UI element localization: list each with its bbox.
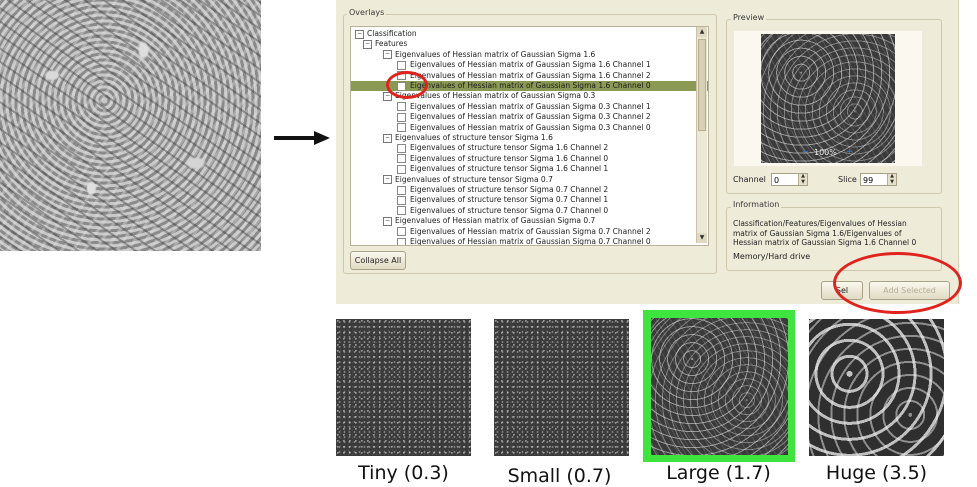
tree-item-group[interactable]: − Eigenvalues of Hessian matrix of Gaussi… bbox=[351, 216, 708, 226]
collapse-icon[interactable]: − bbox=[383, 175, 392, 185]
tree-item-channel[interactable]: Eigenvalues of structure tensor Sigma 1.… bbox=[351, 164, 708, 174]
original-micrograph bbox=[0, 0, 261, 251]
tree-item-channel[interactable]: Eigenvalues of structure tensor Sigma 0.… bbox=[351, 206, 708, 216]
caption-large: Large (1.7) bbox=[666, 462, 771, 484]
checkbox[interactable] bbox=[397, 143, 406, 153]
tree-item-label: Eigenvalues of structure tensor Sigma 1.… bbox=[410, 153, 609, 163]
tree-item-label: Eigenvalues of Hessian matrix of Gaussia… bbox=[395, 216, 596, 226]
slice-value[interactable]: 99 bbox=[863, 176, 873, 185]
tree-item-label: Eigenvalues of structure tensor Sigma 0.… bbox=[410, 205, 609, 215]
tree-item-label: Eigenvalues of Hessian matrix of Gaussia… bbox=[410, 237, 651, 246]
tree-item-channel[interactable]: Eigenvalues of Hessian matrix of Gaussia… bbox=[351, 102, 708, 112]
tree-item-label: Eigenvalues of Hessian matrix of Gaussia… bbox=[410, 226, 651, 236]
information-text: Classification/Features/Eigenvalues of H… bbox=[733, 219, 917, 247]
checkbox[interactable] bbox=[397, 154, 406, 164]
checkbox[interactable] bbox=[397, 195, 406, 205]
tree-item-channel[interactable]: Eigenvalues of Hessian matrix of Gaussia… bbox=[351, 112, 708, 122]
checkbox[interactable] bbox=[397, 164, 406, 174]
tree-item-label: Eigenvalues of structure tensor Sigma 1.… bbox=[395, 133, 553, 142]
tree-item-group[interactable]: − Eigenvalues of structure tensor Sigma 1… bbox=[351, 133, 708, 143]
zoom-in-icon[interactable]: + bbox=[846, 147, 853, 156]
tree-item-label: Eigenvalues of structure tensor Sigma 0.… bbox=[410, 195, 609, 205]
tree-item-label: Eigenvalues of Hessian matrix of Gaussia… bbox=[410, 112, 651, 122]
tree-item-label: Features bbox=[375, 39, 408, 49]
thumbnail-tiny bbox=[336, 319, 471, 456]
tree-item-label: Eigenvalues of Hessian matrix of Gaussia… bbox=[410, 70, 651, 80]
checkbox[interactable] bbox=[397, 185, 406, 195]
tree-item-channel[interactable]: Eigenvalues of Hessian matrix of Gaussia… bbox=[351, 60, 708, 70]
checkbox[interactable] bbox=[397, 60, 406, 70]
checkbox[interactable] bbox=[397, 112, 406, 122]
collapse-icon[interactable]: − bbox=[383, 50, 392, 60]
tree-item-group[interactable]: − Classification bbox=[351, 29, 708, 39]
tree-item-label: Eigenvalues of structure tensor Sigma 0.… bbox=[395, 174, 553, 184]
zoom-level: 100% bbox=[814, 148, 837, 157]
right-arrow-icon bbox=[274, 131, 330, 145]
collapse-icon[interactable]: − bbox=[383, 216, 392, 226]
collapse-icon[interactable]: − bbox=[383, 133, 392, 143]
preview-pane[interactable]: − 100% + bbox=[734, 31, 922, 166]
tree-item-channel[interactable]: Eigenvalues of structure tensor Sigma 0.… bbox=[351, 195, 708, 205]
collapse-icon[interactable]: − bbox=[355, 29, 364, 39]
checkbox[interactable] bbox=[397, 237, 406, 245]
tree-item-group[interactable]: − Eigenvalues of Hessian matrix of Gaussi… bbox=[351, 50, 708, 60]
tree-item-label: Eigenvalues of structure tensor Sigma 0.… bbox=[410, 185, 609, 194]
preview-title: Preview bbox=[731, 13, 767, 22]
scroll-up-icon[interactable]: ▲ bbox=[697, 27, 707, 37]
scroll-down-icon[interactable]: ▼ bbox=[697, 233, 707, 243]
slice-label: Slice bbox=[838, 175, 857, 184]
tree-item-label: Classification bbox=[367, 29, 417, 38]
preview-image bbox=[761, 34, 895, 163]
overlay-tree[interactable]: − Classification − Features − Eigenvalues of … bbox=[350, 26, 709, 246]
tree-item-channel[interactable]: Eigenvalues of Hessian matrix of Gaussia… bbox=[351, 227, 708, 237]
tree-item-channel[interactable]: Eigenvalues of Hessian matrix of Gaussia… bbox=[351, 237, 708, 246]
channel-label: Channel bbox=[733, 175, 766, 184]
zoom-out-icon[interactable]: − bbox=[802, 147, 809, 156]
checkbox[interactable] bbox=[397, 227, 406, 237]
tree-item-label: Eigenvalues of Hessian matrix of Gaussia… bbox=[395, 91, 596, 101]
tree-item-label: Eigenvalues of Hessian matrix of Gaussia… bbox=[410, 60, 651, 70]
tree-item-label: Eigenvalues of structure tensor Sigma 1.… bbox=[410, 164, 609, 174]
tree-item-channel[interactable]: Eigenvalues of Hessian matrix of Gaussia… bbox=[351, 123, 708, 133]
tree-item-channel[interactable]: Eigenvalues of structure tensor Sigma 1.… bbox=[351, 143, 708, 153]
caption-tiny: Tiny (0.3) bbox=[358, 462, 449, 484]
checkbox[interactable] bbox=[397, 102, 406, 112]
caption-small: Small (0.7) bbox=[507, 465, 612, 487]
tree-item-group[interactable]: − Eigenvalues of structure tensor Sigma 0… bbox=[351, 175, 708, 185]
tree-item-label: Eigenvalues of structure tensor Sigma 1.… bbox=[410, 143, 609, 153]
thumbnail-small bbox=[494, 319, 629, 456]
collapse-all-button[interactable]: Collapse All bbox=[350, 251, 406, 270]
thumbnail-large bbox=[651, 318, 788, 455]
annotation-circle-add-selected bbox=[833, 252, 962, 314]
tree-item-label: Eigenvalues of Hessian matrix of Gaussia… bbox=[395, 49, 596, 59]
overlays-title: Overlays bbox=[347, 8, 387, 17]
spin-arrows-icon[interactable]: ▲ ▼ bbox=[798, 173, 807, 185]
checkbox[interactable] bbox=[397, 123, 406, 133]
tree-item-channel[interactable]: Eigenvalues of structure tensor Sigma 1.… bbox=[351, 154, 708, 164]
memory-label: Memory/Hard drive bbox=[733, 252, 811, 261]
annotation-circle-checkbox bbox=[386, 71, 428, 99]
tree-item-group[interactable]: − Features bbox=[351, 39, 708, 49]
tree-item-label: Eigenvalues of Hessian matrix of Gaussia… bbox=[410, 81, 651, 90]
checkbox[interactable] bbox=[397, 206, 406, 216]
tree-item-label: Eigenvalues of Hessian matrix of Gaussia… bbox=[410, 122, 651, 132]
slice-spinbox[interactable]: 99 ▲ ▼ bbox=[860, 173, 897, 186]
channel-spinbox[interactable]: 0 ▲ ▼ bbox=[771, 173, 808, 186]
thumbnail-huge bbox=[809, 319, 944, 456]
tree-scrollbar[interactable]: ▲ ▼ bbox=[696, 27, 707, 243]
spin-arrows-icon[interactable]: ▲ ▼ bbox=[887, 173, 896, 185]
tree-item-channel[interactable]: Eigenvalues of structure tensor Sigma 0.… bbox=[351, 185, 708, 195]
scroll-thumb[interactable] bbox=[698, 39, 706, 131]
collapse-icon[interactable]: − bbox=[363, 39, 372, 49]
channel-value[interactable]: 0 bbox=[774, 176, 779, 185]
tree-item-label: Eigenvalues of Hessian matrix of Gaussia… bbox=[410, 101, 651, 111]
caption-huge: Huge (3.5) bbox=[825, 462, 928, 484]
information-title: Information bbox=[731, 200, 782, 209]
